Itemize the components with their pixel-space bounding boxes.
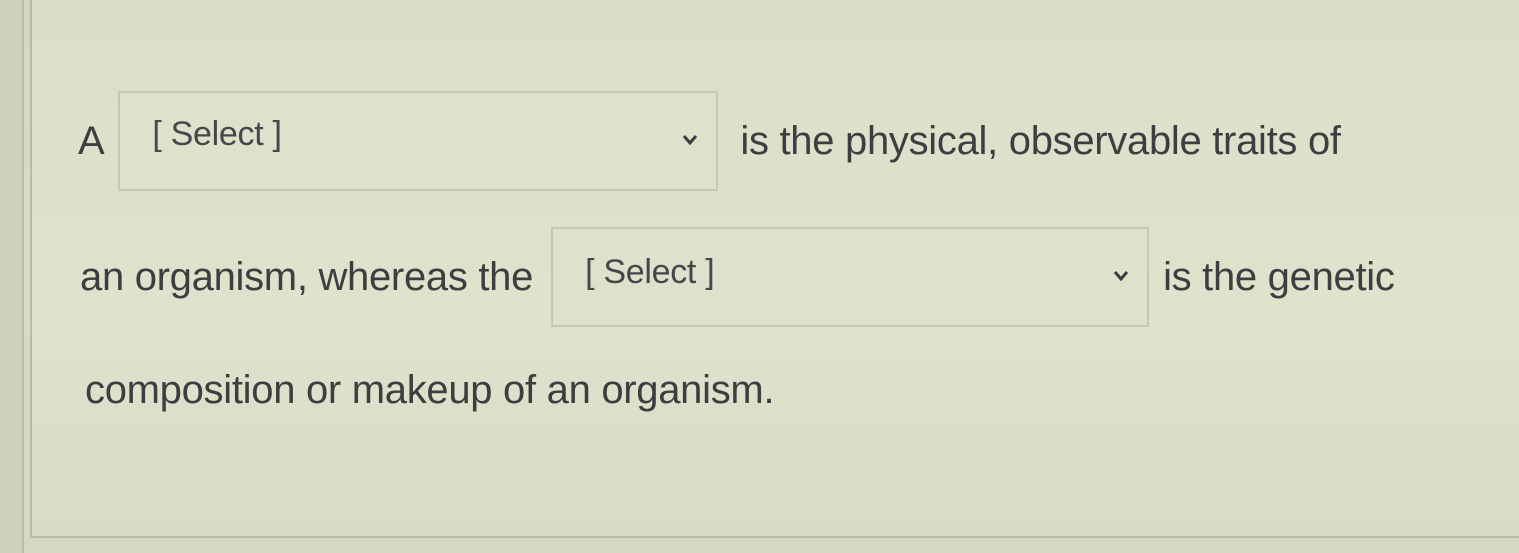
chevron-down-icon <box>1113 271 1129 282</box>
dropdown-1[interactable]: [ Select ] <box>118 91 719 191</box>
question-line-1: A [ Select ] is the physical, observable… <box>78 86 1341 196</box>
dropdown-2[interactable]: [ Select ] <box>551 227 1150 327</box>
line2-prefix: an organism, whereas the <box>80 254 534 299</box>
question-line-3: composition or makeup of an organism. <box>85 362 775 418</box>
chevron-down-icon <box>683 135 698 146</box>
dropdown-2-value: [ Select ] <box>585 253 715 291</box>
page-background: A [ Select ] is the physical, observable… <box>0 0 1519 553</box>
line3-text: composition or makeup of an organism. <box>85 367 775 412</box>
line2-suffix: is the genetic <box>1163 254 1395 299</box>
line1-prefix: A <box>78 118 105 163</box>
left-edge-panel <box>0 0 24 553</box>
question-line-2: an organism, whereas the [ Select ] is t… <box>80 222 1395 332</box>
dropdown-1-value: [ Select ] <box>152 115 282 153</box>
line1-suffix: is the physical, observable traits of <box>740 118 1341 163</box>
